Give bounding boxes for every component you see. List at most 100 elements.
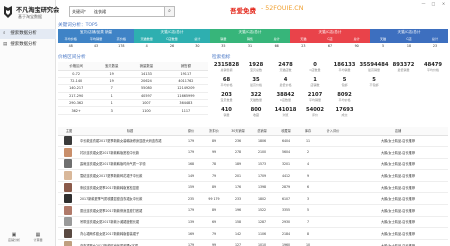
sales30-cell: 201 <box>226 169 250 182</box>
table-row[interactable]: 吊带连衣裙女夏2017新款沙滩裙度假长裙 139 69 158 1287 2930 7 大鹅/… <box>58 216 448 229</box>
product-title-cell: 露肩连衣裙女夏2017新款韩版时尚气质一字领 <box>80 158 180 171</box>
rating-cell <box>318 227 348 240</box>
shop-link[interactable]: 大鹅/女士精品-店长推荐 <box>348 135 448 148</box>
price-cell: 179 <box>180 135 202 148</box>
table-row[interactable]: 雪纺连衣裙女2017夏季新款碎花裙子中长款 149 79 201 1709 4412 9 大鹅… <box>58 169 448 182</box>
table-row: 217-290 1 40597 11665999 <box>58 92 208 101</box>
table-row[interactable]: 露肩连衣裙女夏2017新款韩版时尚气质一字领 168 78 189 1573 3201 4 大… <box>58 158 448 171</box>
product-title-link[interactable]: 连衣裙夏女2017新款时尚气质收腰a字裙 <box>80 243 178 246</box>
product-title-link[interactable]: 衬衫连衣裙女夏2017新款韩版宽松中长款 <box>80 150 178 155</box>
table-row[interactable]: 中长款连衣裙2017夏季新款女装韩版修身显瘦大码连衣裙 179 89 236 1806 6… <box>58 135 448 148</box>
logo-mark-icon <box>4 6 12 18</box>
maximize-button[interactable]: □ <box>429 0 438 7</box>
product-thumbnail[interactable] <box>64 159 72 169</box>
product-title-cell: 雪纺连衣裙女2017夏季新款碎花裙子中长款 <box>80 169 180 182</box>
product-thumbnail[interactable] <box>64 147 72 157</box>
rating-cell <box>318 216 348 229</box>
stat-item: 2478 天猫店数 <box>271 62 300 72</box>
product-title-link[interactable]: 背心裙两件套女夏2017新款韩版套装裙子 <box>80 231 178 236</box>
topbar: 关键词 ▾ 连衣裙 ⌕ 吾爱免费 - 52FOUIE.CN — □ × <box>57 0 450 22</box>
product-thumbnail[interactable] <box>64 182 72 192</box>
sales30-cell: 236 <box>226 135 250 148</box>
product-title-cell: 中长款连衣裙2017夏季新款女装韩版修身显瘦大码连衣裙 <box>80 135 180 148</box>
stat-label: 最低销量 <box>397 68 410 72</box>
product-thumbnail[interactable] <box>64 217 72 227</box>
table-row[interactable]: 条纹连衣裙女夏季2017新款韩版宽松显瘦 159 89 176 1398 2879 6 大鹅/… <box>58 181 448 194</box>
total-sales-cell: 1709 <box>250 169 274 182</box>
summary-card-subs: 销量 销售 总计 <box>210 36 290 43</box>
minimize-button[interactable]: — <box>419 0 428 7</box>
product-title-link[interactable]: 2017新款夏季气质收腰显瘦连衣裙女中长款 <box>80 196 178 201</box>
discount-cell: 99 179 <box>202 192 226 206</box>
stat-label: 最低价格 <box>279 83 292 87</box>
shop-link[interactable]: 大鹅/女士精品-店长推荐 <box>348 169 448 182</box>
summary-card: 天猫/C店/总计 销量 销售 总计 35 31 66 <box>210 29 290 50</box>
search-box[interactable]: 关键词 ▾ 连衣裙 <box>69 6 165 17</box>
summary-sub: 总计 <box>431 37 439 41</box>
discount-cell: 99 <box>202 239 226 246</box>
product-thumbnail[interactable] <box>64 240 72 246</box>
table-cell: 20624 <box>129 77 164 86</box>
product-title-link[interactable]: 蕾丝连衣裙女夏季2017新款修身显瘦打底裙 <box>80 208 178 213</box>
price-range-table: 价格区间 宝贝数量 销量数量 销售额 0-72 19 14133 19117 7… <box>58 62 208 115</box>
price-cell: 179 <box>180 204 202 217</box>
product-thumbnail[interactable] <box>64 229 72 239</box>
table-row[interactable]: 蕾丝连衣裙女夏季2017新款修身显瘦打底裙 179 89 196 1522 3355 5 大鹅… <box>58 204 448 217</box>
summary-sub: 销量 <box>220 37 227 41</box>
column-header: 收藏量 <box>274 127 298 136</box>
product-title-link[interactable]: 条纹连衣裙女夏季2017新款韩版宽松显瘦 <box>80 185 178 190</box>
product-title-link[interactable]: 雪纺连衣裙女2017夏季新款碎花裙子中长款 <box>80 173 178 178</box>
sales30-cell: 158 <box>226 216 250 229</box>
rating-cell <box>318 158 348 171</box>
search-input[interactable]: 连衣裙 <box>94 9 106 15</box>
product-title-link[interactable]: 露肩连衣裙女夏2017新款韩版时尚气质一字领 <box>80 161 178 166</box>
price-cell: 235 <box>180 192 202 206</box>
product-thumbnail[interactable] <box>64 205 72 215</box>
search-type-select[interactable]: 关键词 <box>72 9 84 15</box>
rating-cell <box>318 135 348 148</box>
close-button[interactable]: × <box>439 0 448 7</box>
stat-label: C店数量 <box>279 98 292 102</box>
calculator-button[interactable]: ▦ 计算器 <box>28 232 48 242</box>
shop-link[interactable]: 大鹅/女士精品-店长推荐 <box>348 158 448 171</box>
search-button[interactable]: ⌕ <box>165 6 175 17</box>
product-title-link[interactable]: 吊带连衣裙女夏2017新款沙滩裙度假长裙 <box>80 219 178 224</box>
product-thumbnail[interactable] <box>64 171 72 181</box>
rating-cell <box>318 204 348 217</box>
summary-value: 66 <box>274 44 279 48</box>
summary-value: 178 <box>118 44 125 48</box>
table-row[interactable]: 2017新款夏季气质收腰显瘦连衣裙女中长款 235 99 179 233 1802 610… <box>58 192 448 206</box>
product-image-cell <box>58 204 80 217</box>
product-image-cell <box>58 192 80 206</box>
product-thumbnail[interactable] <box>64 194 72 204</box>
shop-link[interactable]: 大鹅/女士精品-店长推荐 <box>348 181 448 194</box>
stock-cell: 3 <box>298 192 318 206</box>
summary-card-head: 天猫/C店/总计 <box>238 30 262 34</box>
favorites-cell: 3355 <box>274 204 298 217</box>
table-row[interactable]: 衬衫连衣裙女夏2017新款韩版宽松中长款 179 99 278 2100 5604 2 大鹅/… <box>58 146 448 159</box>
summary-card-values: 4 26 30 <box>134 43 210 50</box>
table-row[interactable]: 背心裙两件套女夏2017新款韩版套装裙子 169 79 142 1106 2184 8 大鹅/… <box>58 227 448 240</box>
product-table: 主图 标题 原价 折扣价 30天销量 总销量 收藏量 库存 计入评价 店铺 中长… <box>58 127 448 246</box>
product-title-link[interactable]: 中长款连衣裙2017夏季新款女装韩版修身显瘦大码连衣裙 <box>80 138 178 143</box>
app-logo: 不凡淘宝研究会 基于淘宝数据 <box>2 3 59 23</box>
stat-item: 4 最低价格 <box>271 77 300 87</box>
shop-link[interactable]: 大鹅/女士精品-店长推荐 <box>348 227 448 240</box>
sidebar-item-search-analysis[interactable]: ⌕ 搜索数据分析 <box>0 29 56 39</box>
summary-value: 23 <box>432 44 438 48</box>
shop-link[interactable]: 大鹅/女士精品-店长推荐 <box>348 192 448 206</box>
product-thumbnail[interactable] <box>64 136 72 146</box>
summary-value: 23 <box>301 44 306 48</box>
shop-analysis-button[interactable]: ▣ 店铺分析 <box>4 232 24 242</box>
table-cell: 55080 <box>129 84 164 93</box>
shop-link[interactable]: 大鹅/女士精品-店长推荐 <box>348 146 448 159</box>
product-image-cell <box>58 239 80 246</box>
shop-link[interactable]: 大鹅/女士精品-店长推荐 <box>348 239 448 246</box>
section-title-price: 价格区间分析 <box>58 55 86 60</box>
sales30-cell: 142 <box>226 227 250 240</box>
table-row[interactable]: 连衣裙夏女2017新款时尚气质收腰a字裙 179 99 127 1010 1960 10 大鹅… <box>58 239 448 246</box>
shop-link[interactable]: 大鹅/女士精品-店长推荐 <box>348 216 448 229</box>
shop-link[interactable]: 大鹅/女士精品-店长推荐 <box>348 204 448 217</box>
sidebar-item-data-analysis[interactable]: ▤ 搜索数据分析 <box>0 40 56 50</box>
product-image-cell <box>58 216 80 229</box>
